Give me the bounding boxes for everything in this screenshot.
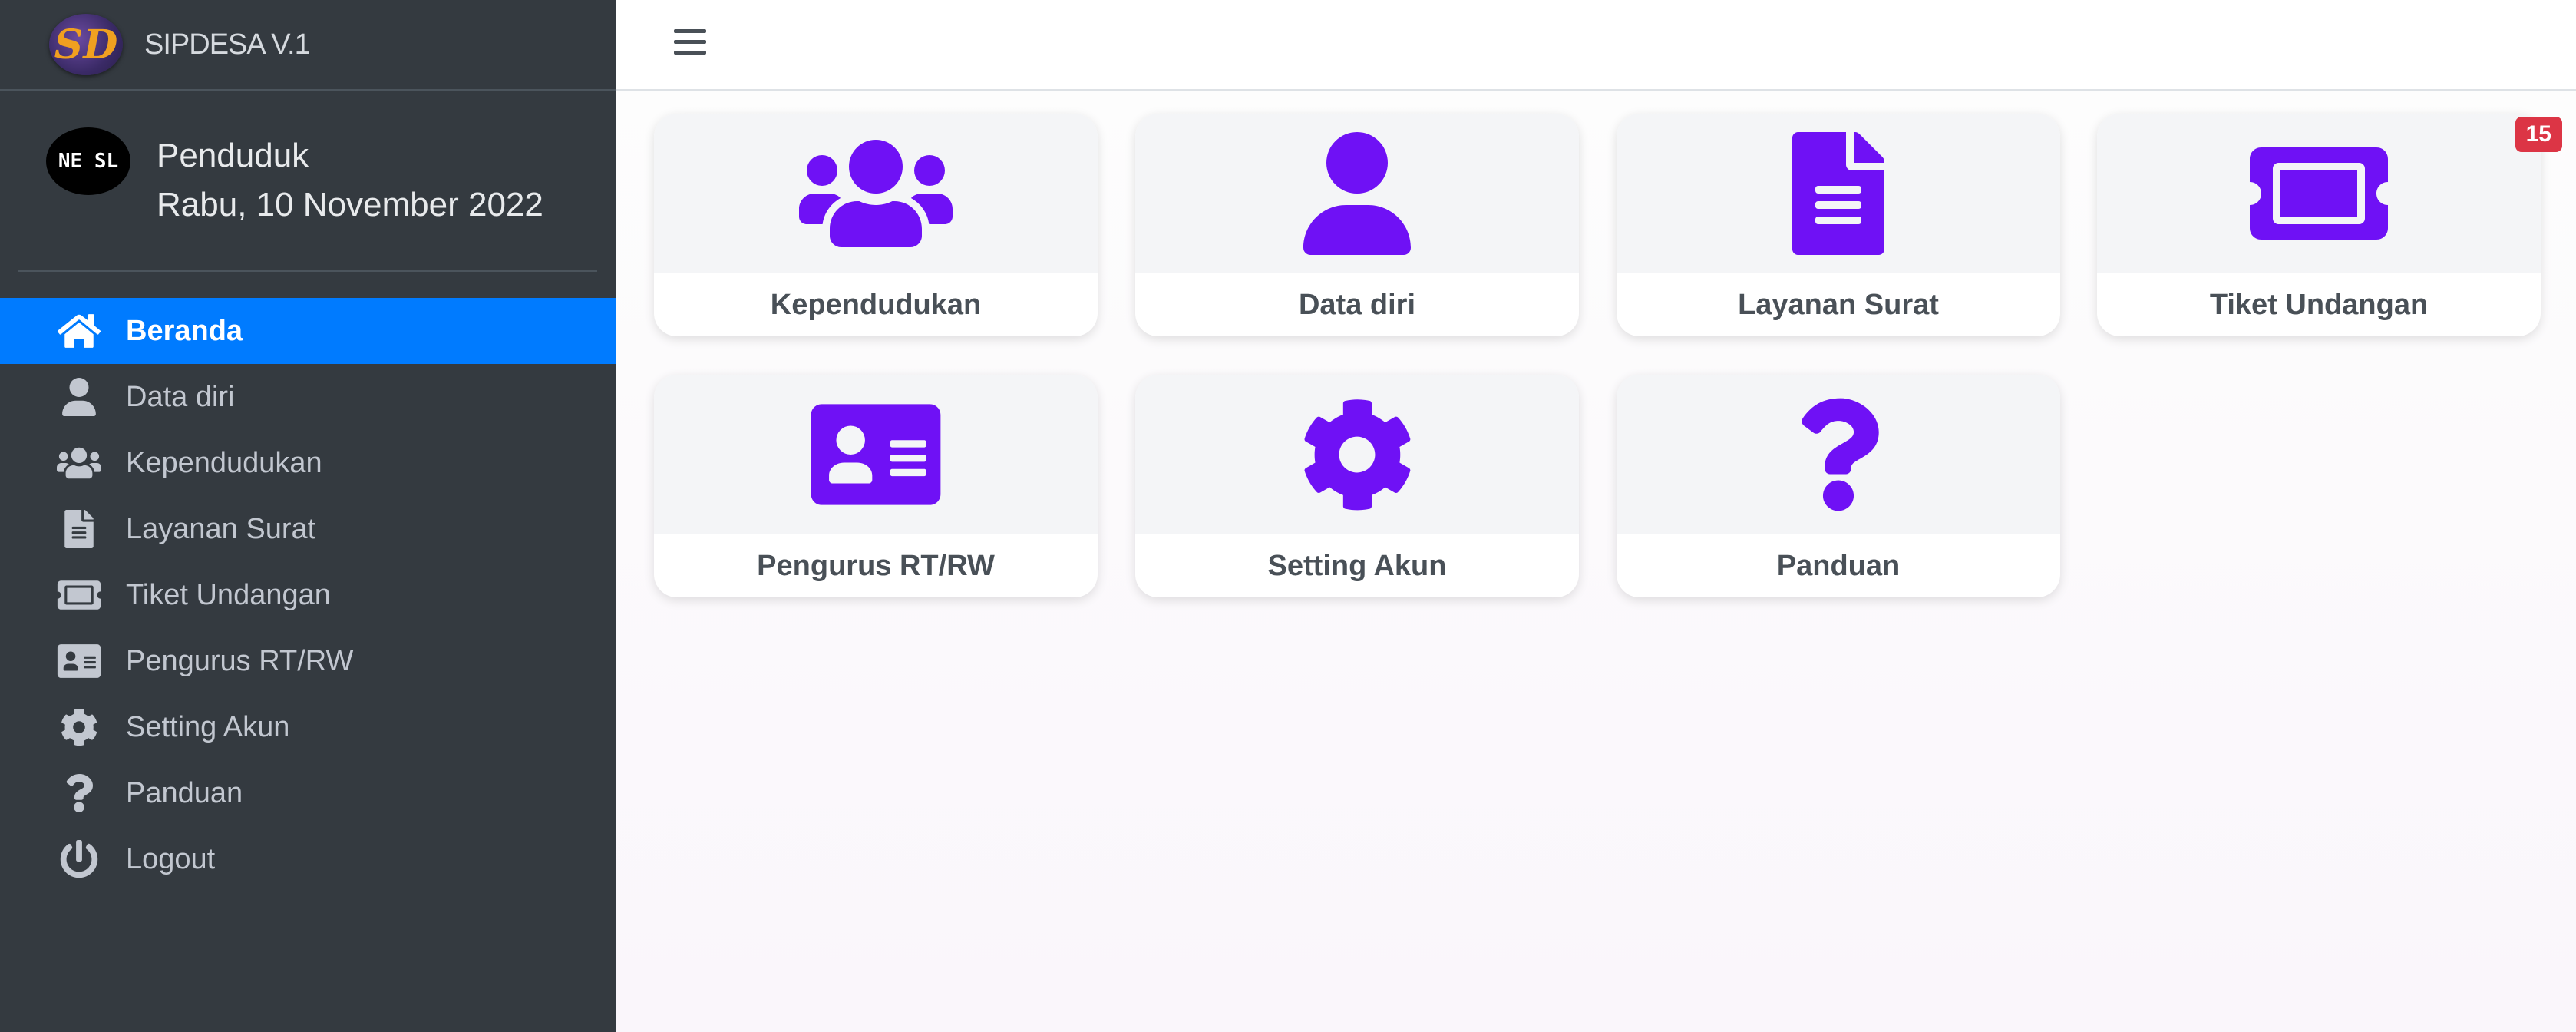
sidebar-nav: Beranda Data diri Kependudukan Layanan S… bbox=[0, 298, 616, 892]
menu-card-setting-akun[interactable]: Setting Akun bbox=[1135, 375, 1579, 597]
card-label: Kependudukan bbox=[770, 288, 982, 321]
sidebar-item-label: Pengurus RT/RW bbox=[126, 644, 354, 677]
sidebar-item-layanan-surat[interactable]: Layanan Surat bbox=[0, 496, 616, 562]
users-icon bbox=[52, 444, 106, 482]
file-icon bbox=[1792, 132, 1884, 255]
user-date: Rabu, 10 November 2022 bbox=[157, 186, 543, 223]
notification-badge: 15 bbox=[2515, 117, 2562, 152]
card-label: Panduan bbox=[1776, 549, 1901, 582]
brand-text: SIPDESA V.1 bbox=[144, 28, 311, 61]
sidebar-item-kependudukan[interactable]: Kependudukan bbox=[0, 430, 616, 496]
menu-card-layanan-surat[interactable]: Layanan Surat bbox=[1617, 114, 2060, 336]
sidebar-item-label: Setting Akun bbox=[126, 710, 290, 743]
ticket-icon bbox=[2250, 147, 2388, 240]
card-label: Tiket Undangan bbox=[2209, 288, 2429, 321]
card-label: Data diri bbox=[1298, 288, 1416, 321]
id-card-icon bbox=[811, 404, 941, 505]
power-icon bbox=[52, 840, 106, 878]
sidebar-item-data-diri[interactable]: Data diri bbox=[0, 364, 616, 430]
menu-card-tiket-undangan[interactable]: Tiket Undangan bbox=[2097, 114, 2541, 336]
ticket-icon bbox=[52, 576, 106, 614]
menu-card-pengurus[interactable]: Pengurus RT/RW bbox=[654, 375, 1098, 597]
avatar: NE SL bbox=[46, 127, 130, 195]
card-label: Setting Akun bbox=[1267, 549, 1447, 582]
menu-card-panduan[interactable]: Panduan bbox=[1617, 375, 2060, 597]
sidebar-item-label: Logout bbox=[126, 842, 216, 875]
user-name[interactable]: Penduduk bbox=[157, 137, 543, 175]
home-icon bbox=[52, 312, 106, 350]
sidebar-item-label: Kependudukan bbox=[126, 446, 322, 479]
sidebar: SD SIPDESA V.1 NE SL Penduduk Rabu, 10 N… bbox=[0, 0, 616, 1032]
menu-card-data-diri[interactable]: Data diri bbox=[1135, 114, 1579, 336]
main-content: Kependudukan Data diri Layanan Surat Tik… bbox=[616, 91, 2576, 1032]
menu-toggle-icon[interactable] bbox=[674, 29, 706, 57]
sidebar-item-panduan[interactable]: Panduan bbox=[0, 760, 616, 826]
sidebar-item-label: Data diri bbox=[126, 380, 235, 413]
sidebar-item-label: Tiket Undangan bbox=[126, 578, 331, 611]
sidebar-item-label: Layanan Surat bbox=[126, 512, 316, 545]
sidebar-item-label: Panduan bbox=[126, 776, 243, 809]
sidebar-item-label: Beranda bbox=[126, 314, 243, 347]
users-icon bbox=[799, 140, 953, 247]
brand-logo: SD bbox=[49, 14, 123, 75]
top-navbar bbox=[616, 0, 2576, 91]
menu-card-kependudukan[interactable]: Kependudukan bbox=[654, 114, 1098, 336]
card-label: Pengurus RT/RW bbox=[757, 549, 995, 582]
sidebar-item-setting-akun[interactable]: Setting Akun bbox=[0, 694, 616, 760]
card-label: Layanan Surat bbox=[1738, 288, 1939, 321]
sidebar-item-beranda[interactable]: Beranda bbox=[0, 298, 616, 364]
gear-icon bbox=[1304, 399, 1411, 511]
question-icon bbox=[52, 774, 106, 812]
sidebar-item-pengurus[interactable]: Pengurus RT/RW bbox=[0, 628, 616, 694]
id-card-icon bbox=[52, 642, 106, 680]
user-panel: NE SL Penduduk Rabu, 10 November 2022 bbox=[18, 91, 597, 272]
sidebar-item-tiket-undangan[interactable]: Tiket Undangan bbox=[0, 562, 616, 628]
user-icon bbox=[52, 378, 106, 416]
sidebar-item-logout[interactable]: Logout bbox=[0, 826, 616, 892]
gear-icon bbox=[52, 708, 106, 746]
file-icon bbox=[52, 510, 106, 548]
user-icon bbox=[1303, 132, 1411, 255]
brand-link[interactable]: SD SIPDESA V.1 bbox=[0, 0, 616, 91]
question-icon bbox=[1802, 398, 1879, 511]
